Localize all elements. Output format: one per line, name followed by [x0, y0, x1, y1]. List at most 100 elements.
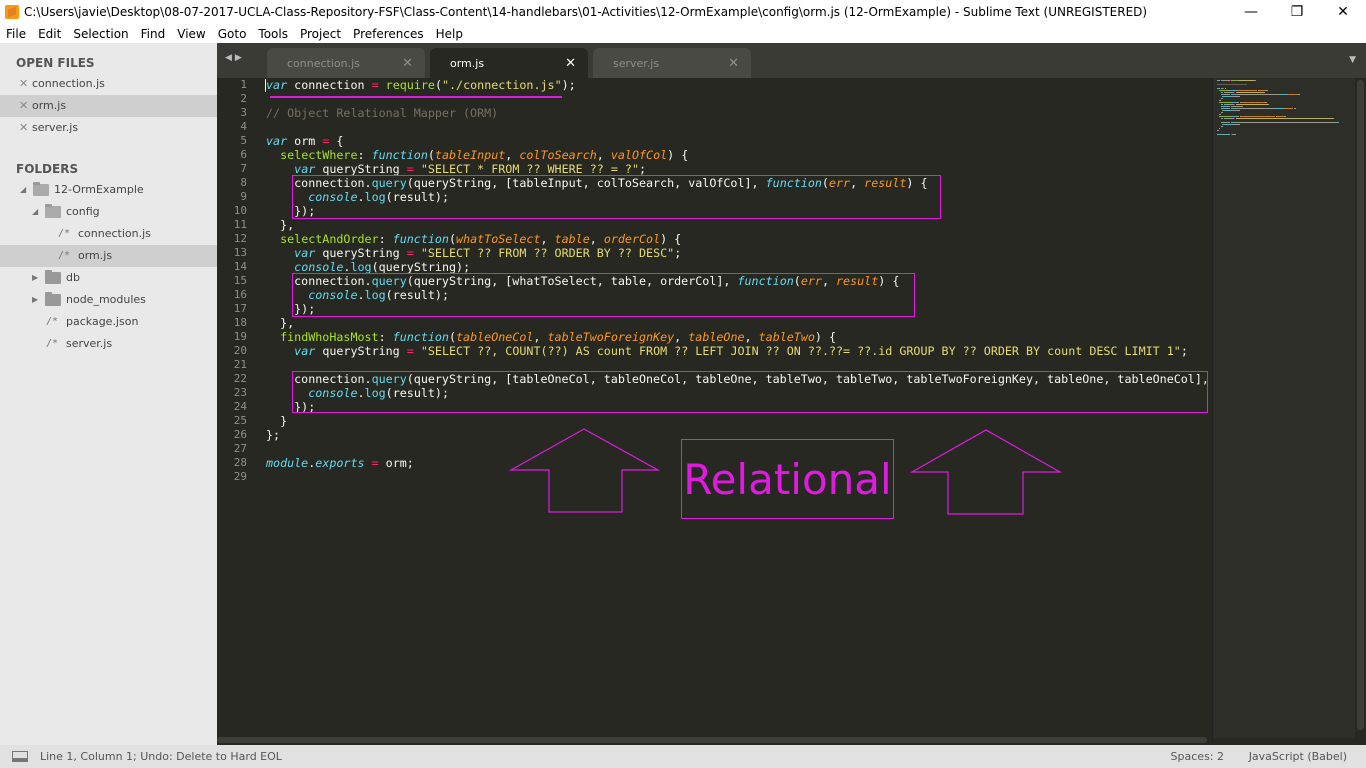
- horizontal-scroll-thumb[interactable]: [217, 737, 1207, 743]
- open-file-item[interactable]: ✕ connection.js: [0, 73, 217, 95]
- minimap-token: [1232, 116, 1240, 117]
- line-number: 12: [233, 232, 247, 245]
- menu-goto[interactable]: Goto: [212, 27, 253, 41]
- tree-folder-item[interactable]: ◢ 12-OrmExample: [0, 179, 217, 201]
- tree-folder-item[interactable]: ◢ config: [0, 201, 217, 223]
- minimap-token: [1225, 88, 1226, 89]
- line-number: 5: [240, 134, 247, 147]
- code-token: :: [357, 148, 372, 162]
- collapsed-arrow-icon[interactable]: ▶: [32, 267, 38, 289]
- tab-menu-chevron-icon[interactable]: ▼: [1349, 55, 1356, 65]
- menu-preferences[interactable]: Preferences: [347, 27, 430, 41]
- panel-toggle-icon[interactable]: [12, 751, 28, 762]
- editor-pane[interactable]: 1 2 3 4 5 6 7 8 9 10 11 12 13 14 15 16 17 18 19 20 21 22 23 24 2…: [217, 78, 1366, 745]
- tab-close-icon[interactable]: ✕: [728, 56, 739, 71]
- code-token: :: [378, 232, 393, 246]
- line-number: 19: [233, 330, 247, 343]
- menu-edit[interactable]: Edit: [32, 27, 67, 41]
- code-token: (: [448, 232, 457, 246]
- minimap-token: [1217, 80, 1220, 81]
- code-token: ;: [1180, 344, 1188, 358]
- code-token: selectWhere: [280, 148, 358, 162]
- file-icon: /*: [46, 316, 59, 327]
- minimap[interactable]: [1212, 78, 1355, 745]
- tab-label: connection.js: [287, 56, 360, 70]
- annotation-box-query-3: [292, 371, 1208, 413]
- tab-connection-js[interactable]: connection.js ✕: [267, 48, 425, 78]
- folders-header: FOLDERS: [16, 162, 79, 176]
- minimap-token: [1232, 124, 1241, 125]
- syntax-selector[interactable]: JavaScript (Babel): [1249, 750, 1347, 763]
- code-token: var: [294, 162, 316, 176]
- minimap-token: [1232, 102, 1240, 103]
- code-token: console: [294, 260, 344, 274]
- indentation-setting[interactable]: Spaces: 2: [1171, 750, 1224, 763]
- vertical-scrollbar[interactable]: [1355, 78, 1366, 745]
- tree-folder-item[interactable]: ▶ node_modules: [0, 289, 217, 311]
- status-text: Line 1, Column 1; Undo: Delete to Hard E…: [40, 750, 282, 763]
- code-token: // Object Relational Mapper (ORM): [266, 106, 499, 120]
- close-file-icon[interactable]: ✕: [19, 73, 28, 95]
- menu-selection[interactable]: Selection: [67, 27, 134, 41]
- expanded-arrow-icon[interactable]: ◢: [20, 179, 26, 201]
- open-file-item[interactable]: ✕ server.js: [0, 117, 217, 139]
- code-token: tableOne: [688, 330, 745, 344]
- tree-file-item[interactable]: /* connection.js: [0, 223, 217, 245]
- code-token: (queryString);: [371, 260, 471, 274]
- close-file-icon[interactable]: ✕: [19, 95, 28, 117]
- annotation-up-arrow-right: [910, 429, 1062, 515]
- menu-project[interactable]: Project: [294, 27, 347, 41]
- minimap-token: [1220, 104, 1224, 105]
- tree-file-item[interactable]: /* orm.js: [0, 245, 217, 267]
- tab-orm-js[interactable]: orm.js ✕: [430, 48, 588, 78]
- tab-server-js[interactable]: server.js ✕: [593, 48, 751, 78]
- tab-close-icon[interactable]: ✕: [402, 56, 413, 71]
- sublime-app-icon: [5, 5, 19, 19]
- tab-close-icon[interactable]: ✕: [565, 56, 576, 71]
- horizontal-scrollbar[interactable]: [217, 735, 1212, 745]
- code-token: tableTwo: [758, 330, 815, 344]
- minimap-token: [1253, 80, 1256, 81]
- expanded-arrow-icon[interactable]: ◢: [32, 201, 38, 223]
- line-number: 18: [233, 316, 247, 329]
- minimap-viewport[interactable]: [1213, 78, 1356, 738]
- minimap-token: [1217, 84, 1247, 85]
- line-number: 8: [240, 176, 247, 189]
- vertical-scroll-thumb[interactable]: [1357, 80, 1364, 730]
- tree-file-item[interactable]: /* package.json: [0, 311, 217, 333]
- menu-find[interactable]: Find: [135, 27, 172, 41]
- minimap-token: [1235, 118, 1334, 119]
- tab-label: server.js: [613, 56, 660, 70]
- minimize-button[interactable]: —: [1228, 0, 1274, 24]
- minimap-token: [1220, 92, 1224, 93]
- open-file-label: connection.js: [32, 77, 105, 90]
- code-token: ) {: [660, 232, 682, 246]
- menu-view[interactable]: View: [171, 27, 211, 41]
- menu-help[interactable]: Help: [430, 27, 469, 41]
- open-files-header: OPEN FILES: [16, 56, 95, 70]
- code-token: :: [378, 330, 393, 344]
- tree-file-item[interactable]: /* server.js: [0, 333, 217, 355]
- code-token: ,: [540, 232, 555, 246]
- minimap-token: [1276, 108, 1284, 109]
- tab-nav-arrows-icon[interactable]: ◀▶: [225, 53, 245, 63]
- minimap-token: [1220, 94, 1231, 95]
- minimap-token: [1268, 104, 1270, 105]
- code-line: },: [266, 218, 1212, 232]
- open-file-item[interactable]: ✕ orm.js: [0, 95, 217, 117]
- restore-button[interactable]: ❐: [1274, 0, 1320, 24]
- menu-tools[interactable]: Tools: [252, 27, 294, 41]
- menu-file[interactable]: File: [0, 27, 32, 41]
- minimap-token: [1220, 80, 1230, 81]
- tree-folder-item[interactable]: ▶ db: [0, 267, 217, 289]
- close-file-icon[interactable]: ✕: [19, 117, 28, 139]
- close-window-button[interactable]: ✕: [1320, 0, 1366, 24]
- code-token: var: [266, 78, 288, 92]
- collapsed-arrow-icon[interactable]: ▶: [32, 289, 38, 311]
- code-line: selectAndOrder: function(whatToSelect, t…: [266, 232, 1212, 246]
- tree-item-label: node_modules: [66, 293, 146, 306]
- minimap-token: [1238, 80, 1254, 81]
- line-number: 1: [240, 78, 247, 91]
